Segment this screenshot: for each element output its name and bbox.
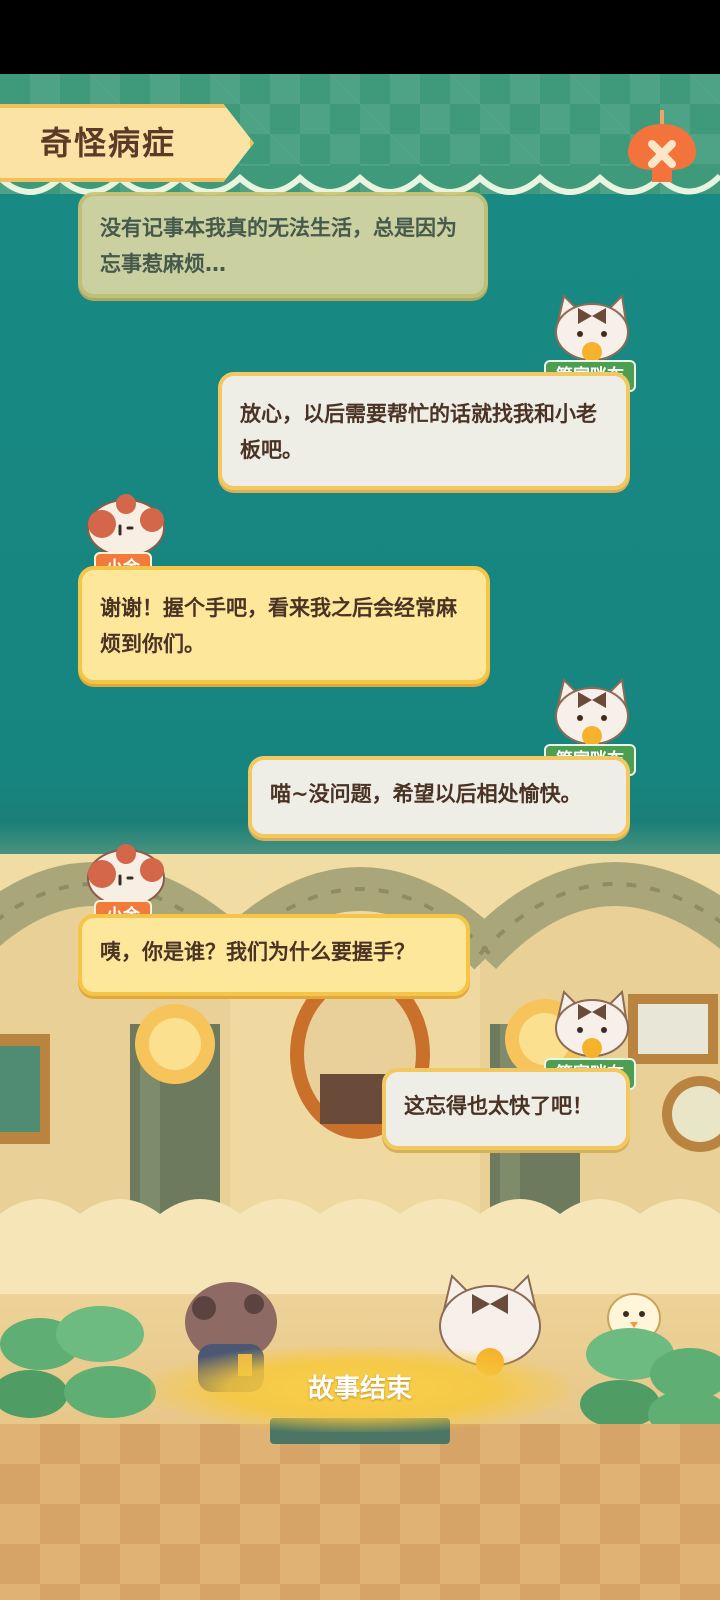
floor [0, 1424, 720, 1600]
page-title: 奇怪病症 [40, 124, 177, 162]
dialogue-text: 谢谢！握个手吧，看来我之后会经常麻烦到你们。 [100, 596, 457, 656]
dialogue-bubble-4: 喵~没问题，希望以后相处愉快。 [248, 756, 630, 838]
dialogue-text: 这忘得也太快了吧！ [404, 1094, 593, 1118]
dialogue-bubble-1: 没有记事本我真的无法生活，总是因为忘事惹麻烦… [78, 192, 488, 298]
fish-avatar [87, 494, 165, 557]
dialogue-bubble-6: 这忘得也太快了吧！ [382, 1068, 630, 1150]
dialogue-text: 没有记事本我真的无法生活，总是因为忘事惹麻烦… [100, 216, 457, 276]
story-end-button[interactable]: 故事结束 [150, 1346, 570, 1432]
cat-butler-avatar [555, 989, 629, 1058]
dialogue-bubble-3: 谢谢！握个手吧，看来我之后会经常麻烦到你们。 [78, 566, 490, 684]
cat-butler-avatar [555, 677, 629, 746]
dialogue-bubble-5: 咦，你是谁？我们为什么要握手？ [78, 914, 470, 996]
dialogue-text: 喵~没问题，希望以后相处愉快。 [270, 782, 582, 806]
close-icon[interactable] [624, 110, 700, 186]
dialogue-text: 咦，你是谁？我们为什么要握手？ [100, 940, 415, 964]
game-screen: 奇怪病症 没有记事本我真的无法生活，总是因为忘事惹麻烦… 管家咪布 放心，以后需… [0, 74, 720, 1600]
dialogue-text: 放心，以后需要帮忙的话就找我和小老板吧。 [240, 402, 597, 462]
cat-butler-avatar [555, 293, 629, 362]
dialogue-bubble-2: 放心，以后需要帮忙的话就找我和小老板吧。 [218, 372, 630, 490]
